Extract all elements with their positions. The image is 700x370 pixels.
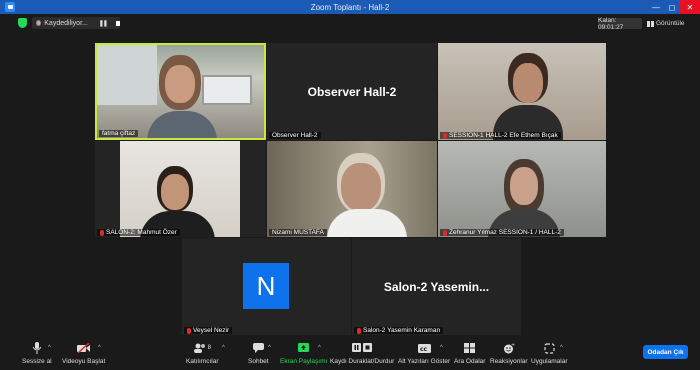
participants-icon: 8 <box>190 342 214 354</box>
meeting-topbar: Kaydediliyor... ❚❚ Kalan: 09:01:27 Görün… <box>0 14 700 32</box>
window-title: Zoom Toplantı - Hall-2 <box>310 2 390 12</box>
video-tile[interactable]: Observer Hall-2 Observer Hall-2 <box>267 43 437 140</box>
video-tile[interactable]: Zehranur Yılmaz SESSION-1 / HALL-2 <box>438 141 606 237</box>
cc-icon: cc <box>417 342 431 354</box>
video-tile[interactable]: fatma çiftaz <box>95 43 266 140</box>
mic-muted-icon <box>443 229 447 236</box>
recording-label: Kaydediliyor... <box>44 19 88 27</box>
participant-name: fatma çiftaz <box>99 130 139 137</box>
chevron-up-icon[interactable]: ^ <box>48 345 51 351</box>
maximize-icon[interactable]: ◻ <box>664 0 680 14</box>
chevron-up-icon[interactable]: ^ <box>268 345 271 351</box>
meeting-timer: Kalan: 09:01:27 <box>598 17 642 31</box>
leave-meeting-button[interactable]: Odadan Çık <box>643 345 688 359</box>
chevron-up-icon[interactable]: ^ <box>98 345 101 351</box>
video-tile[interactable]: SALON-2: Mahmut Özer <box>95 141 266 237</box>
participant-name: Zehranur Yılmaz SESSION-1 / HALL-2 <box>440 229 564 236</box>
microphone-icon <box>30 342 44 354</box>
mic-muted-icon <box>443 132 447 139</box>
participants-button[interactable]: 8 Katılımcılar <box>186 342 219 365</box>
grid-icon <box>647 20 654 27</box>
breakout-rooms-icon <box>463 342 477 354</box>
mic-muted-icon <box>357 327 361 334</box>
view-button[interactable]: Görüntüle <box>647 18 697 29</box>
participant-name: SALON-2: Mahmut Özer <box>97 229 180 236</box>
view-label: Görüntüle <box>656 20 685 27</box>
chevron-up-icon[interactable]: ^ <box>440 345 443 351</box>
participant-name: Nizami MUSTAFA <box>269 229 327 236</box>
zoom-logo-icon <box>5 2 15 12</box>
security-shield-icon[interactable] <box>18 18 27 28</box>
chevron-up-icon[interactable]: ^ <box>560 345 563 351</box>
chat-icon <box>251 342 265 354</box>
svg-text:+: + <box>511 343 515 348</box>
breakout-rooms-button[interactable]: Ara Odalar <box>454 342 485 365</box>
meeting-toolbar: Sessize al ^ Videoyu Başlat ^ 8 Katılımc… <box>0 338 700 370</box>
video-off-icon <box>76 342 91 354</box>
svg-text:cc: cc <box>420 346 428 353</box>
participant-name: Observer Hall-2 <box>269 132 321 139</box>
chat-button[interactable]: Sohbet <box>248 342 269 365</box>
stop-recording-icon[interactable] <box>115 20 120 26</box>
close-icon[interactable]: ✕ <box>680 0 700 14</box>
participant-name: Veysel Nezir <box>184 327 233 334</box>
video-tile[interactable]: N Veysel Nezir <box>182 238 351 335</box>
pause-recording-icon[interactable]: ❚❚ <box>99 20 108 27</box>
share-screen-icon <box>297 342 311 354</box>
participant-name: SESSION-1 HALL-2 Efe Ethem Bıçak <box>440 132 561 139</box>
mic-muted-icon <box>100 229 104 236</box>
window-titlebar: Zoom Toplantı - Hall-2 — ◻ ✕ <box>0 0 700 14</box>
reactions-button[interactable]: + Reaksiyonlar <box>490 342 528 366</box>
video-tile[interactable]: Salon-2 Yasemin... Salon-2 Yasemin Karam… <box>352 238 521 335</box>
participants-count: 8 <box>207 345 211 351</box>
pause-stop-icon <box>351 342 373 354</box>
minimize-icon[interactable]: — <box>648 0 664 14</box>
participant-display-name: Observer Hall-2 <box>307 85 397 99</box>
record-control-button[interactable]: Kaydı Duraklat/Durdur <box>330 342 394 365</box>
participant-display-name: Salon-2 Yasemin... <box>383 280 490 294</box>
recording-indicator: Kaydediliyor... ❚❚ <box>32 17 120 29</box>
recording-dot-icon <box>36 20 42 26</box>
chevron-up-icon[interactable]: ^ <box>222 345 225 351</box>
chevron-up-icon[interactable]: ^ <box>318 345 321 351</box>
apps-icon <box>542 342 556 354</box>
smiley-plus-icon: + <box>502 342 516 354</box>
video-tile[interactable]: SESSION-1 HALL-2 Efe Ethem Bıçak <box>438 43 606 140</box>
mic-muted-icon <box>187 327 191 334</box>
participant-avatar: N <box>243 263 289 309</box>
video-tile[interactable]: Nizami MUSTAFA <box>267 141 437 237</box>
participant-name: Salon-2 Yasemin Karaman <box>354 327 444 334</box>
